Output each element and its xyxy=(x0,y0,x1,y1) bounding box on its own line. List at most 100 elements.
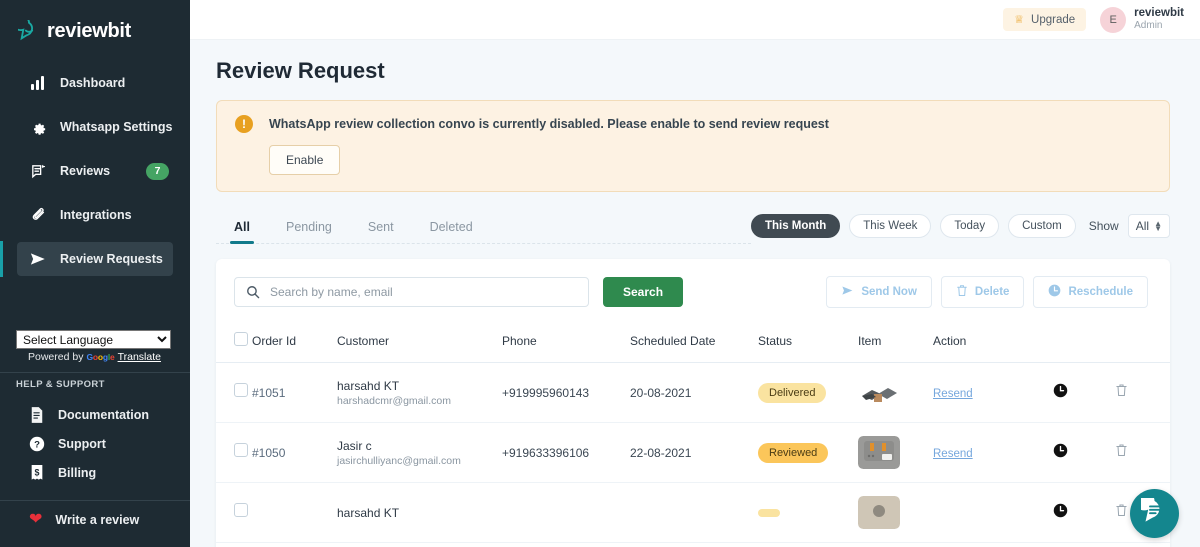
row-reschedule-cell xyxy=(1053,482,1115,543)
row-checkbox[interactable] xyxy=(234,383,248,397)
status-tabs: All Pending Sent Deleted xyxy=(216,220,751,244)
google-translate-attribution: Powered by Google Translate xyxy=(16,351,174,363)
show-count-select[interactable]: All ▲ ▼ xyxy=(1127,214,1170,238)
help-item-documentation[interactable]: Documentation xyxy=(0,400,190,429)
row-item-cell xyxy=(858,482,933,543)
help-item-label: Documentation xyxy=(58,407,149,422)
review-requests-table: Order Id Customer Phone Scheduled Date S… xyxy=(216,322,1170,543)
row-order-id-cell xyxy=(252,482,337,543)
clock-icon[interactable] xyxy=(1053,443,1068,461)
appliance-product-thumbnail xyxy=(858,436,900,469)
trash-icon[interactable] xyxy=(1115,503,1128,522)
row-reschedule-cell xyxy=(1053,422,1115,483)
write-a-review-item[interactable]: ❤ Write a review xyxy=(0,512,190,528)
column-delete xyxy=(1115,322,1170,363)
resend-link[interactable]: Resend xyxy=(933,448,973,460)
row-order-id-cell: #1050 xyxy=(252,422,337,483)
row-item-cell xyxy=(858,422,933,483)
sidebar-item-whatsapp-settings[interactable]: Whatsapp Settings xyxy=(17,110,173,144)
row-checkbox[interactable] xyxy=(234,503,248,517)
clock-icon xyxy=(1048,284,1061,300)
select-all-checkbox[interactable] xyxy=(234,332,248,346)
tab-pending[interactable]: Pending xyxy=(268,220,350,243)
row-status-cell: Reviewed xyxy=(758,422,858,483)
status-badge: Delivered xyxy=(758,382,827,403)
select-language-dropdown[interactable]: Select Language xyxy=(16,330,171,349)
column-scheduled-date: Scheduled Date xyxy=(630,322,758,363)
row-scheduled-date-cell: 20-08-2021 xyxy=(630,362,758,423)
chevron-updown-icon: ▲ ▼ xyxy=(1154,219,1162,233)
send-icon xyxy=(841,284,854,300)
user-meta: reviewbit Admin xyxy=(1134,7,1184,32)
table-header-row: Order Id Customer Phone Scheduled Date S… xyxy=(216,322,1170,363)
write-review-divider xyxy=(0,500,190,501)
row-status-cell: Delivered xyxy=(758,362,858,423)
tabs-and-filters: All Pending Sent Deleted This Month This… xyxy=(216,214,1170,244)
powered-by-label: Powered by xyxy=(28,351,84,363)
reschedule-label: Reschedule xyxy=(1068,286,1133,298)
clock-icon[interactable] xyxy=(1053,503,1068,521)
search-button[interactable]: Search xyxy=(603,277,684,307)
order-id-link[interactable]: #1050 xyxy=(252,446,285,460)
search-box[interactable] xyxy=(234,277,589,307)
filter-custom[interactable]: Custom xyxy=(1008,214,1076,238)
chat-bubble-icon xyxy=(1133,490,1168,530)
user-menu[interactable]: E reviewbit Admin xyxy=(1100,6,1184,33)
sofa-product-thumbnail xyxy=(858,376,900,409)
row-checkbox[interactable] xyxy=(234,443,248,457)
trash-icon[interactable] xyxy=(1115,383,1128,402)
customer-email: jasirchulliyanc@gmail.com xyxy=(337,454,461,467)
app-root: reviewbit Dashboard Whatsapp Settings Re… xyxy=(0,0,1200,547)
sidebar-item-review-requests[interactable]: Review Requests xyxy=(0,241,173,277)
sidebar-item-reviews[interactable]: Reviews 7 xyxy=(17,154,173,188)
clock-icon[interactable] xyxy=(1053,383,1068,401)
sidebar-item-dashboard[interactable]: Dashboard xyxy=(17,66,173,100)
filter-this-week[interactable]: This Week xyxy=(849,214,932,238)
tab-deleted[interactable]: Deleted xyxy=(412,220,491,243)
show-count-value: All xyxy=(1135,219,1150,233)
tab-all[interactable]: All xyxy=(216,220,268,244)
enable-button[interactable]: Enable xyxy=(269,145,341,175)
trash-icon[interactable] xyxy=(1115,443,1128,462)
page-title: Review Request xyxy=(216,58,385,83)
reschedule-button[interactable]: Reschedule xyxy=(1033,276,1148,308)
tab-sent[interactable]: Sent xyxy=(350,220,412,243)
resend-link[interactable]: Resend xyxy=(933,388,973,400)
brand-name: reviewbit xyxy=(47,19,131,42)
trash-icon xyxy=(956,284,968,300)
sidebar-item-integrations[interactable]: Integrations xyxy=(17,198,173,232)
reviews-count-badge: 7 xyxy=(146,162,169,180)
avatar: E xyxy=(1100,6,1127,33)
customer-name: harsahd KT xyxy=(337,378,400,393)
chat-widget-button[interactable] xyxy=(1130,489,1179,538)
row-select-cell xyxy=(216,362,252,423)
row-scheduled-date-cell: 22-08-2021 xyxy=(630,422,758,483)
filter-this-month[interactable]: This Month xyxy=(750,214,841,238)
sidebar-item-label: Dashboard xyxy=(60,76,126,90)
column-phone: Phone xyxy=(502,322,630,363)
brand[interactable]: reviewbit xyxy=(0,0,190,46)
table-row[interactable]: #1051 harsahd KT harshadcmr@gmail.com +9… xyxy=(216,362,1170,423)
table-row[interactable]: harsahd KT xyxy=(216,482,1170,543)
paperclip-icon xyxy=(29,206,47,224)
order-id-link[interactable]: #1051 xyxy=(252,386,285,400)
translate-link[interactable]: Translate xyxy=(118,351,161,363)
customer-name: Jasir c xyxy=(337,438,372,453)
upgrade-button[interactable]: ♕ Upgrade xyxy=(1003,8,1087,31)
help-item-support[interactable]: ? Support xyxy=(0,429,190,458)
filter-today[interactable]: Today xyxy=(940,214,1000,238)
alert-row: ! WhatsApp review collection convo is cu… xyxy=(235,115,1151,133)
search-input[interactable] xyxy=(268,284,577,300)
send-now-button[interactable]: Send Now xyxy=(826,276,932,308)
product-thumbnail xyxy=(858,496,900,529)
sidebar-item-label: Whatsapp Settings xyxy=(60,120,173,134)
alert-message: WhatsApp review collection convo is curr… xyxy=(269,117,829,131)
help-item-billing[interactable]: $ Billing xyxy=(0,458,190,487)
document-icon xyxy=(29,406,45,423)
delete-button[interactable]: Delete xyxy=(940,276,1025,308)
card-toolbar: Search Send Now Del xyxy=(216,259,1170,308)
row-select-cell xyxy=(216,422,252,483)
table-row[interactable]: #1050 Jasir c jasirchulliyanc@gmail.com … xyxy=(216,422,1170,483)
row-customer-cell: Jasir c jasirchulliyanc@gmail.com xyxy=(337,422,502,483)
heart-icon: ❤ xyxy=(29,511,43,528)
